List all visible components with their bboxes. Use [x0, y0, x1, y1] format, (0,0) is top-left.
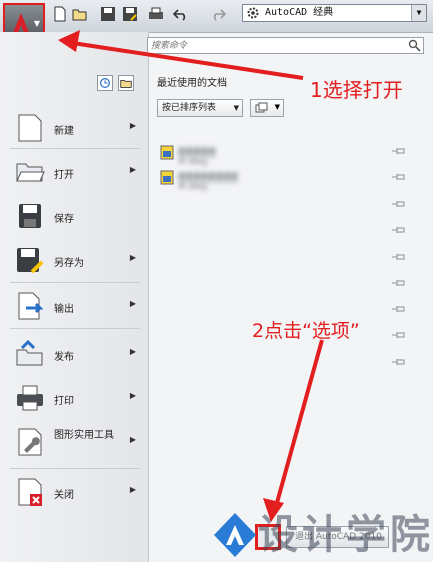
menu-item-publish[interactable]: 发布 ▶	[12, 334, 140, 374]
pin-icon[interactable]	[392, 226, 406, 234]
save-as-icon	[17, 248, 44, 274]
watermark-text: 设计学院	[258, 511, 433, 558]
pin-icon[interactable]	[392, 358, 406, 366]
close-document-icon	[18, 478, 42, 506]
pin-icon[interactable]	[392, 305, 406, 313]
chevron-down-icon: ▼	[233, 104, 239, 112]
chevron-right-icon: ▶	[129, 347, 136, 356]
menu-item-save-as[interactable]: 另存为 ▶	[12, 240, 140, 280]
menu-item-export[interactable]: 输出 ▶	[12, 286, 140, 326]
recent-documents-title: 最近使用的文档	[157, 78, 227, 89]
menu-item-label: 发布	[54, 352, 74, 363]
menu-item-label: 新建	[54, 126, 74, 137]
chevron-right-icon: ▶	[129, 485, 136, 494]
save-as-icon[interactable]	[122, 6, 138, 22]
undo-icon[interactable]	[173, 6, 189, 22]
gear-icon	[247, 7, 259, 19]
pin-icon[interactable]	[392, 279, 406, 287]
pin-icon[interactable]	[392, 173, 406, 181]
divider	[10, 328, 140, 329]
open-documents-toggle-icon[interactable]	[118, 75, 134, 91]
dwg-file-icon	[160, 170, 174, 185]
divider	[10, 282, 140, 283]
chevron-right-icon: ▶	[129, 121, 136, 130]
menu-item-label: 打开	[54, 170, 74, 181]
menu-item-new[interactable]: 新建 ▶	[12, 108, 140, 148]
new-icon[interactable]	[52, 6, 68, 22]
workspace-label: AutoCAD 经典	[265, 7, 334, 18]
menu-item-save[interactable]: 保存	[12, 196, 140, 236]
menu-item-label: 关闭	[54, 490, 74, 501]
print-icon[interactable]	[148, 6, 164, 22]
quick-access-toolbar: AutoCAD 经典 ▼	[0, 0, 433, 33]
redo-icon[interactable]	[210, 6, 226, 22]
chevron-down-icon: ▼	[411, 5, 426, 21]
file-name: ##### #.dwg	[178, 147, 216, 167]
annotation-step1: 1选择打开	[310, 78, 403, 102]
search-box[interactable]	[147, 37, 424, 54]
publish-icon	[16, 339, 43, 366]
save-disk-icon	[19, 204, 41, 228]
watermark-logo	[214, 513, 256, 557]
menu-item-close[interactable]: 关闭 ▶	[12, 472, 140, 512]
pin-icon[interactable]	[392, 331, 406, 339]
chevron-right-icon: ▶	[129, 253, 136, 262]
file-name: ######## #.dwg	[178, 172, 239, 192]
menu-item-open[interactable]: 打开 ▶	[12, 152, 140, 192]
printer-icon	[17, 385, 43, 411]
view-type-select[interactable]: ▼	[250, 99, 284, 117]
menu-item-label: 打印	[54, 396, 74, 407]
menu-item-label: 输出	[54, 304, 74, 315]
wrench-icon	[18, 428, 42, 456]
chevron-right-icon: ▶	[129, 391, 136, 400]
arrow-to-options	[273, 339, 324, 511]
folder-open-icon	[16, 163, 45, 182]
workspace-select[interactable]: AutoCAD 经典 ▼	[242, 4, 427, 22]
menu-item-label: 另存为	[54, 258, 84, 269]
search-input[interactable]	[148, 38, 401, 53]
menu-item-print[interactable]: 打印 ▶	[12, 378, 140, 418]
pin-icon[interactable]	[392, 253, 406, 261]
annotation-step2: 2点击“选项”	[252, 320, 360, 342]
sort-order-select[interactable]: 按已排序列表 ▼	[157, 99, 243, 117]
view-icons-icon	[255, 102, 268, 113]
search-icon[interactable]	[408, 39, 421, 52]
sort-order-label: 按已排序列表	[162, 103, 217, 113]
dwg-file-icon	[160, 145, 174, 160]
pin-icon[interactable]	[392, 200, 406, 208]
new-document-icon	[18, 114, 42, 142]
menu-item-label: 保存	[54, 214, 74, 225]
save-icon[interactable]	[100, 6, 116, 22]
pin-icon[interactable]	[392, 147, 406, 155]
recent-documents-toggle-icon[interactable]	[97, 75, 113, 91]
menu-item-label: 图形实用工具	[54, 430, 114, 441]
chevron-right-icon: ▶	[129, 435, 136, 444]
divider	[10, 148, 140, 149]
chevron-down-icon: ▼	[274, 103, 280, 111]
menu-item-drawing-utilities[interactable]: 图形实用工具 ▶	[12, 422, 140, 462]
chevron-down-icon: ▼	[33, 19, 40, 28]
chevron-right-icon: ▶	[129, 165, 136, 174]
chevron-right-icon: ▶	[129, 299, 136, 308]
divider	[10, 468, 140, 469]
open-icon[interactable]	[72, 6, 88, 22]
export-icon	[18, 292, 44, 320]
